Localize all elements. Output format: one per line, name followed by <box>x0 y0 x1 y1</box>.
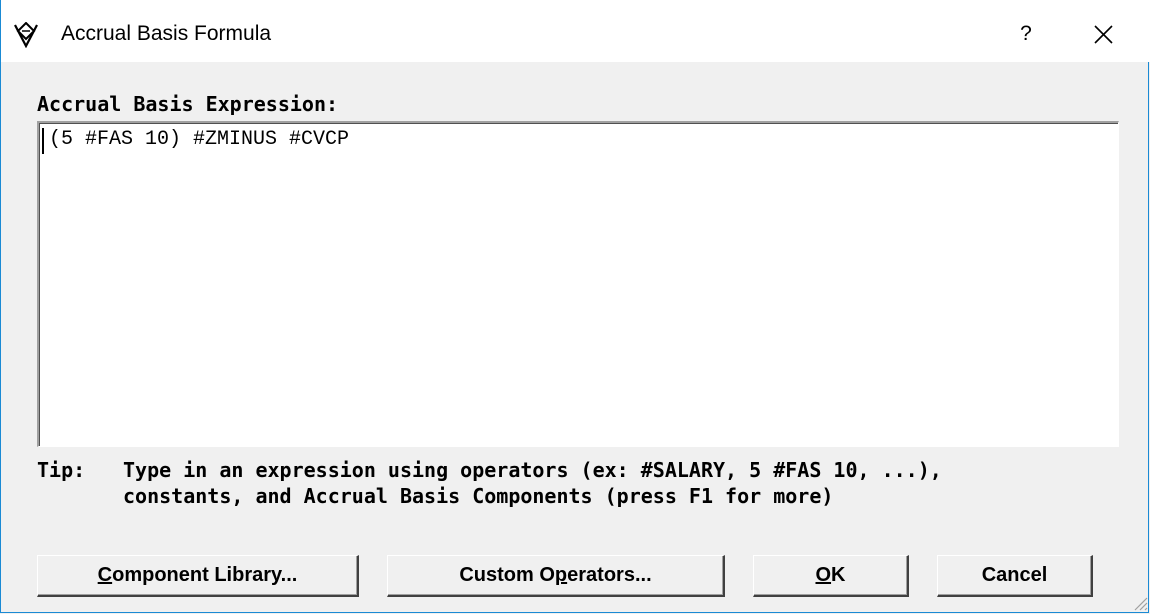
tip-label: Tip: <box>37 458 86 482</box>
ok-button[interactable]: OK <box>753 555 909 597</box>
vdiamond-app-icon <box>14 22 38 48</box>
text-caret <box>42 128 44 154</box>
dialog-window: Accrual Basis Formula ? Accrual Basis Ex… <box>0 0 1150 613</box>
title-bar[interactable]: Accrual Basis Formula ? <box>1 0 1150 62</box>
component-library-mnemonic: C <box>97 564 113 586</box>
custom-operators-button[interactable]: Custom Operators... <box>387 555 725 597</box>
window-title: Accrual Basis Formula <box>61 22 272 45</box>
ok-label-rest: K <box>831 564 846 586</box>
help-button[interactable]: ? <box>1001 14 1051 54</box>
resize-grip-icon[interactable] <box>1129 592 1149 612</box>
close-button[interactable] <box>1074 14 1134 54</box>
component-library-button[interactable]: Component Library... <box>37 555 359 597</box>
close-icon <box>1094 25 1113 44</box>
tip-text-line-1: Type in an expression using operators (e… <box>123 458 942 482</box>
component-library-label: omponent Library... <box>112 564 298 586</box>
cancel-button[interactable]: Cancel <box>937 555 1093 597</box>
expression-label: Accrual Basis Expression: <box>37 92 339 116</box>
expression-value: (5 #FAS 10) #ZMINUS #CVCP <box>49 128 350 151</box>
tip-text-line-2: constants, and Accrual Basis Components … <box>123 484 834 508</box>
custom-operators-mnemonic: p <box>554 564 568 586</box>
custom-operators-label-pre: Custom O <box>459 564 555 586</box>
ok-mnemonic: O <box>815 564 832 586</box>
custom-operators-label-rest: erators... <box>567 564 652 586</box>
expression-input[interactable]: (5 #FAS 10) #ZMINUS #CVCP <box>37 121 1119 447</box>
